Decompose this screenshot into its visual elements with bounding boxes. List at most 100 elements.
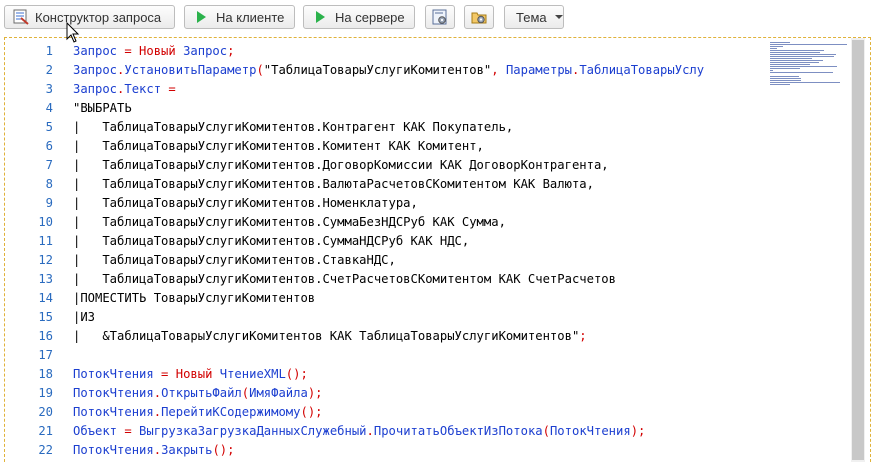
code-token: . [153,443,162,457]
line-number: 13 [38,272,53,286]
code-token: Закрыть [161,443,213,457]
code-line[interactable]: 9 | ТаблицаТоварыУслугиКомитентов.Номенкл… [5,194,762,213]
line-number: 6 [45,139,53,153]
code-text: Объект = ВыгрузкаЗагрузкаДанныхСлужебный… [73,422,645,441]
minimap-line [770,76,799,77]
minimap-line [770,62,819,63]
code-line[interactable]: 22 ПотокЧтения.Закрыть(); [5,441,762,460]
theme-label: Тема [516,9,547,25]
query-builder-label: Конструктор запроса [35,9,162,25]
code-line[interactable]: 5 | ТаблицаТоварыУслугиКомитентов.Контраг… [5,118,762,137]
code-token: ); [307,386,323,400]
code-token: ПерейтиКСодержимому [161,405,301,419]
minimap-line [770,48,777,49]
code-line[interactable]: 11 | ТаблицаТоварыУслугиКомитентов.СуммаН… [5,232,762,251]
code-token: Запрос [73,82,118,96]
line-number: 21 [38,424,53,438]
code-line[interactable]: 21 Объект = ВыгрузкаЗагрузкаДанныхСлужебн… [5,422,762,441]
code-token: = [117,424,140,438]
code-token: "ТаблицаТоварыУслугиКомитентов" [263,63,492,77]
code-line[interactable]: 6 | ТаблицаТоварыУслугиКомитентов.Комитен… [5,137,762,156]
minimap[interactable] [762,38,865,462]
run-on-server-button[interactable]: На сервере [303,5,415,29]
module-settings-button[interactable] [425,5,455,29]
code-text: | ТаблицаТоварыУслугиКомитентов.СуммаНДС… [73,232,469,251]
minimap-line [770,52,820,53]
line-number: 9 [45,196,53,210]
line-number: 17 [38,348,53,362]
code-text: ПотокЧтения.ОткрытьФайл(ИмяФайла); [73,384,323,403]
code-text: ПотокЧтения = Новый ЧтениеXML(); [73,365,308,384]
code-editor[interactable]: 1 Запрос = Новый Запрос; 2 Запрос.Установит… [4,37,871,462]
code-line[interactable]: 14 |ПОМЕСТИТЬ ТоварыУслугиКомитентов [5,289,762,308]
line-number: 10 [38,215,53,229]
code-token: | ТаблицаТоварыУслугиКомитентов.СуммаНДС… [73,234,470,248]
scrollbar-thumb[interactable] [852,40,864,460]
code-text: | ТаблицаТоварыУслугиКомитентов.СтавкаНД… [73,251,396,270]
code-token: , [491,63,506,77]
run-on-client-button[interactable]: На клиенте [184,5,295,29]
code-line[interactable]: 1 Запрос = Новый Запрос; [5,42,762,61]
code-line[interactable]: 19 ПотокЧтения.ОткрытьФайл(ИмяФайла); [5,384,762,403]
mouse-cursor-icon [66,21,80,49]
minimap-line [770,82,840,83]
chevron-down-icon [547,15,563,19]
on-server-label: На сервере [335,9,405,25]
code-token: ПотокЧтения [73,367,154,381]
code-token: ИмяФайла [249,386,308,400]
code-token: Новый [139,44,176,58]
code-token: | ТаблицаТоварыУслугиКомитентов.СтавкаНД… [73,253,396,267]
code-text: ПотокЧтения.Закрыть(); [73,441,234,460]
code-line[interactable]: 4 "ВЫБРАТЬ [5,99,762,118]
vertical-scrollbar[interactable] [851,38,865,462]
minimap-line [770,80,801,81]
code-lines: 1 Запрос = Новый Запрос; 2 Запрос.Установит… [5,42,762,460]
code-line[interactable]: 8 | ТаблицаТоварыУслугиКомитентов.ВалютаР… [5,175,762,194]
on-client-label: На клиенте [216,9,285,25]
minimap-line [770,44,847,45]
code-text: | ТаблицаТоварыУслугиКомитентов.Комитент… [73,137,484,156]
folder-settings-button[interactable] [464,5,494,29]
minimap-line [770,84,790,85]
code-line[interactable]: 13 | ТаблицаТоварыУслугиКомитентов.СчетРа… [5,270,762,289]
line-number: 22 [38,443,53,457]
code-line[interactable]: 7 | ТаблицаТоварыУслугиКомитентов.Договор… [5,156,762,175]
code-token: |ИЗ [73,310,96,324]
minimap-line [770,56,834,57]
code-line[interactable]: 12 | ТаблицаТоварыУслугиКомитентов.Ставка… [5,251,762,270]
code-token: ПотокЧтения [549,424,631,438]
line-number: 2 [45,63,53,77]
code-token: ОткрытьФайл [161,386,242,400]
code-line[interactable]: 16 | &ТаблицаТоварыУслугиКомитентов КАК Т… [5,327,762,346]
code-line[interactable]: 10 | ТаблицаТоварыУслугиКомитентов.СуммаБ… [5,213,762,232]
minimap-line [770,70,773,71]
code-token: ТаблицаТоварыУслу [579,63,705,77]
line-number: 19 [38,386,53,400]
code-line[interactable]: 15 |ИЗ [5,308,762,327]
code-token: ; [227,44,235,58]
theme-dropdown[interactable]: Тема [504,5,564,29]
code-token: = [117,44,140,58]
code-line[interactable]: 17 [5,346,762,365]
code-token: = [153,367,176,381]
code-token: ПотокЧтения [73,405,154,419]
line-number: 5 [45,120,53,134]
code-text: | ТаблицаТоварыУслугиКомитентов.Номенкла… [73,194,418,213]
minimap-line [770,78,801,79]
code-line[interactable]: 20 ПотокЧтения.ПерейтиКСодержимому(); [5,403,762,422]
code-line[interactable]: 2 Запрос.УстановитьПараметр("ТаблицаТовар… [5,61,762,80]
code-text: | ТаблицаТоварыУслугиКомитентов.Контраге… [73,118,513,137]
code-token: |ПОМЕСТИТЬ ТоварыУслугиКомитентов [73,291,316,305]
code-text: | ТаблицаТоварыУслугиКомитентов.ДоговорК… [73,156,609,175]
code-text: |ИЗ [73,308,95,327]
minimap-line [770,54,836,55]
code-token: Объект [73,424,118,438]
code-token: ПрочитатьОбъектИзПотока [373,424,543,438]
minimap-line [770,72,833,73]
code-token: ; [579,329,587,343]
code-line[interactable]: 3 Запрос.Текст = [5,80,762,99]
code-text: |ПОМЕСТИТЬ ТоварыУслугиКомитентов [73,289,315,308]
query-builder-button[interactable]: Конструктор запроса [4,5,175,29]
code-line[interactable]: 18 ПотокЧтения = Новый ЧтениеXML(); [5,365,762,384]
minimap-line [770,60,823,61]
